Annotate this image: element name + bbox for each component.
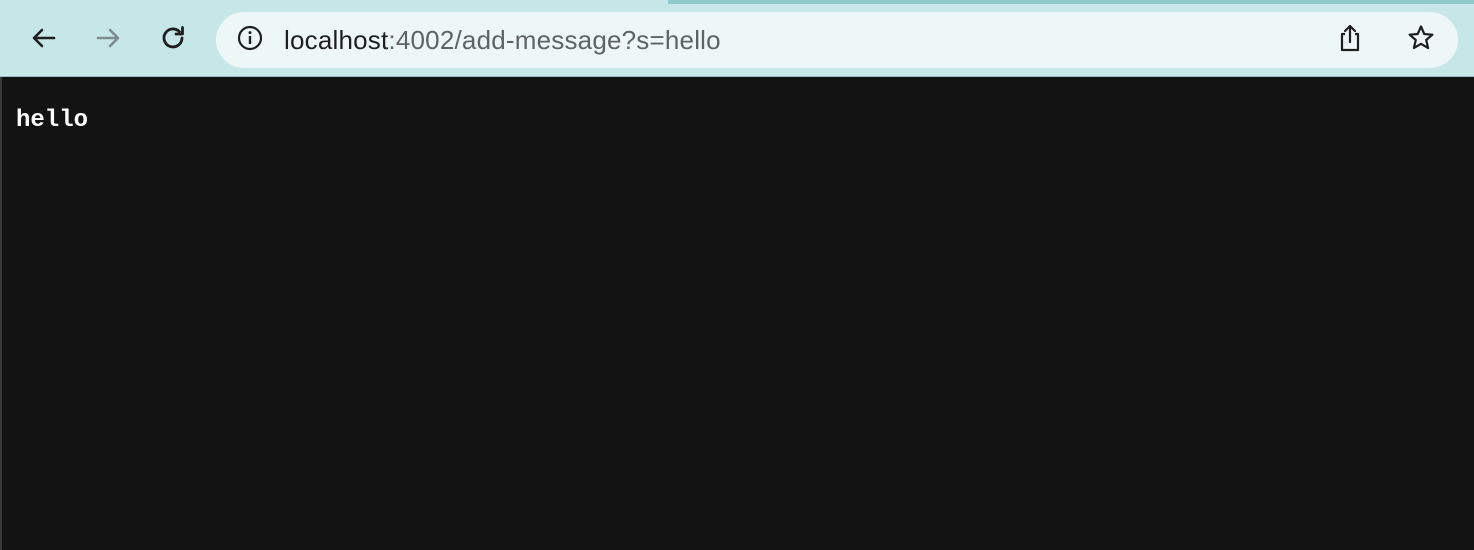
back-button[interactable] (26, 22, 62, 58)
info-icon (236, 24, 264, 57)
page-content: hello (0, 77, 1474, 550)
url-text[interactable]: localhost:4002/add-message?s=hello (284, 26, 721, 54)
share-button[interactable] (1334, 24, 1366, 56)
forward-arrow-icon (93, 23, 123, 58)
forward-button[interactable] (90, 22, 126, 58)
message-text: hello (16, 107, 89, 134)
reload-button[interactable] (155, 22, 191, 58)
share-icon (1336, 23, 1364, 58)
star-icon (1406, 23, 1436, 58)
reload-icon (158, 23, 188, 58)
browser-toolbar: localhost:4002/add-message?s=hello (0, 4, 1474, 77)
url-host: localhost (284, 25, 389, 55)
back-arrow-icon (29, 23, 59, 58)
url-path: :4002/add-message?s=hello (388, 25, 721, 55)
address-bar[interactable]: localhost:4002/add-message?s=hello (216, 12, 1458, 68)
bookmark-button[interactable] (1405, 24, 1437, 56)
site-info-button[interactable] (236, 24, 264, 57)
